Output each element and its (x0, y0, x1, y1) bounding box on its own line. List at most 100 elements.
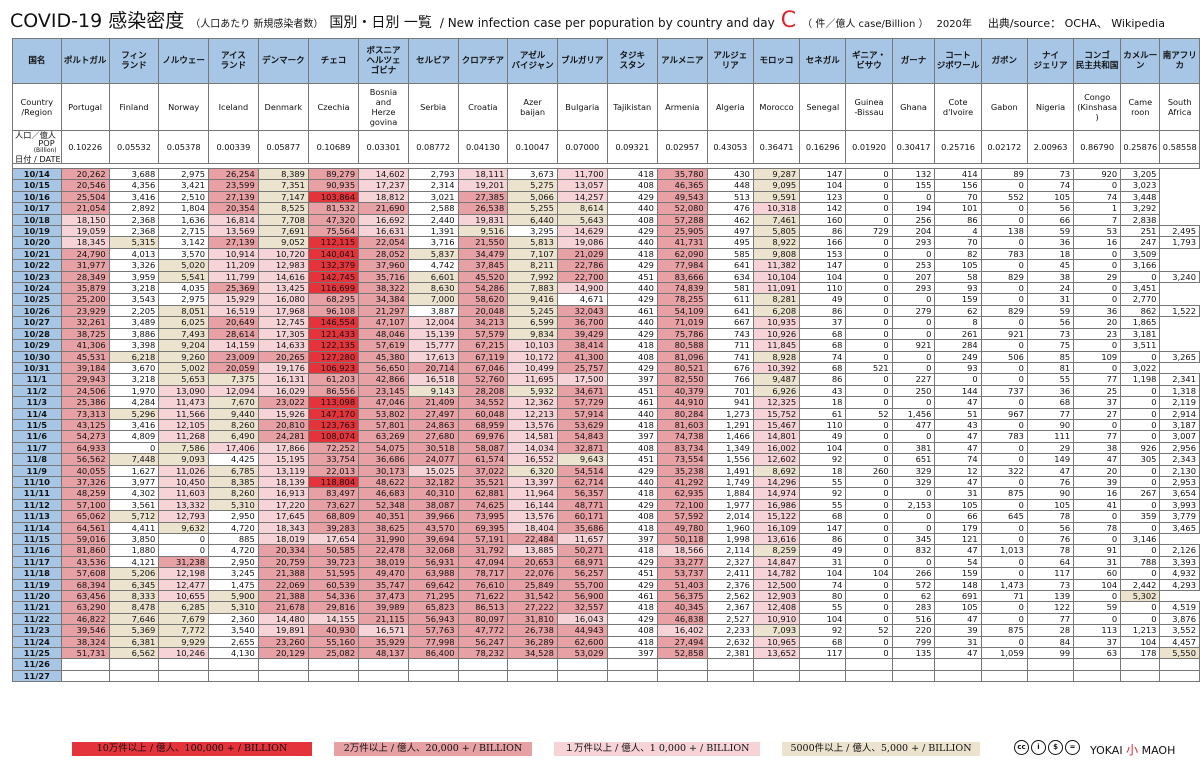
value-cell: 462 (706, 213, 754, 227)
value-cell (158, 669, 210, 683)
value-cell: 8,260 (208, 487, 259, 500)
value-cell: 70 (934, 190, 982, 204)
value-cell: 18 (799, 464, 847, 477)
value-cell: 24,506 (60, 384, 110, 398)
value-cell: 3,673 (507, 167, 558, 181)
value-cell: 16 (1073, 487, 1122, 500)
value-cell: 47,320 (307, 213, 360, 227)
value-cell: 80,097 (457, 612, 509, 626)
value-cell: 0 (845, 441, 893, 455)
value-cell: 26,738 (507, 624, 558, 637)
date-cell: 10/25 (12, 293, 62, 306)
value-cell: 513 (706, 190, 754, 204)
value-cell: 11,799 (208, 270, 259, 284)
value-cell: 0 (845, 259, 893, 272)
value-cell: 57,579 (457, 327, 509, 341)
value-cell: 27,497 (407, 407, 459, 420)
value-cell: 6,601 (407, 270, 459, 284)
country-en-21: Congo (Kinshasa ) (1073, 83, 1122, 131)
value-cell: 159 (934, 293, 982, 306)
value-cell: 74 (934, 453, 982, 466)
date-cell: 11/24 (12, 635, 62, 649)
date-cell: 11/5 (12, 418, 62, 432)
value-cell: 4,035 (158, 282, 210, 295)
value-cell: 0 (845, 544, 893, 557)
country-jp-3: アイス ランド (208, 38, 259, 84)
value-cell: 43 (799, 384, 847, 398)
value-cell: 0 (980, 282, 1028, 295)
value-cell: 6,562 (108, 647, 160, 660)
value-cell: 2,442 (1120, 578, 1161, 592)
value-cell: 50,118 (656, 532, 708, 546)
value-cell: 0 (845, 647, 893, 660)
value-cell: 90,935 (307, 179, 360, 192)
value-cell: 418 (606, 247, 658, 261)
value-cell (656, 669, 708, 683)
value-cell: 36 (1026, 384, 1075, 398)
value-cell: 0 (934, 373, 982, 386)
value-cell: 27,139 (208, 236, 259, 249)
value-cell: 62,090 (656, 247, 708, 261)
value-cell: 0 (1120, 396, 1161, 409)
value-cell: 429 (606, 555, 658, 569)
country-en-23: South Africa (1159, 83, 1200, 131)
value-cell: 58 (934, 270, 982, 284)
value-cell: 2,793 (407, 167, 459, 181)
value-cell (606, 658, 658, 671)
value-cell: 2,367 (706, 601, 754, 614)
value-cell: 641 (706, 259, 754, 272)
value-cell: 3,688 (108, 167, 160, 181)
value-cell: 4,293 (1159, 578, 1200, 592)
value-cell: 47,046 (358, 396, 409, 409)
value-cell: 0 (845, 430, 893, 443)
value-cell: 35,521 (457, 475, 509, 489)
value-cell: 121 (934, 532, 982, 546)
value-cell: 12,745 (257, 316, 309, 329)
value-cell: 135 (891, 647, 936, 660)
value-cell: 3,265 (1159, 350, 1200, 363)
value-cell: 7,493 (158, 327, 210, 341)
value-cell: 9,260 (158, 350, 210, 363)
value-cell: 14,629 (556, 225, 608, 238)
value-cell: 1,318 (1159, 384, 1200, 398)
value-cell: 89,279 (307, 167, 360, 181)
value-cell: 6,381 (108, 635, 160, 649)
value-cell: 0 (891, 555, 936, 569)
value-cell: 16,814 (208, 213, 259, 227)
value-cell: 35,686 (556, 521, 608, 535)
value-cell: 0 (1073, 259, 1122, 272)
value-cell: 8,333 (108, 590, 160, 603)
value-cell: 68,809 (307, 510, 360, 523)
value-cell: 38 (1026, 270, 1075, 284)
value-cell: 110 (799, 418, 847, 432)
value-cell: 9,487 (752, 373, 801, 386)
value-cell: 1,556 (706, 453, 754, 466)
value-cell: 35,879 (60, 282, 110, 295)
value-cell: 58,087 (457, 441, 509, 455)
value-cell: 12,793 (158, 510, 210, 523)
value-cell: 26,254 (208, 167, 259, 181)
value-cell: 2,655 (208, 635, 259, 649)
value-cell: 22,478 (358, 544, 409, 557)
value-cell: 21,115 (358, 612, 409, 626)
value-cell: 142,745 (307, 270, 360, 284)
value-cell: 9,052 (257, 236, 309, 249)
value-cell: 2,314 (407, 179, 459, 192)
date-cell: 11/7 (12, 441, 62, 455)
value-cell: 0 (845, 498, 893, 512)
value-cell: 156 (934, 179, 982, 192)
value-cell: 13,569 (208, 225, 259, 238)
value-cell: 7,461 (752, 213, 801, 227)
value-cell: 103,864 (307, 190, 360, 204)
value-cell: 76,610 (457, 578, 509, 592)
country-pop-14: 0.36471 (752, 130, 801, 164)
value-cell: 3,561 (108, 498, 160, 512)
value-cell: 16,913 (257, 487, 309, 500)
value-cell: 9,808 (752, 247, 801, 261)
value-cell: 64 (1026, 555, 1075, 569)
value-cell: 16,519 (208, 304, 259, 318)
value-cell: 18,019 (257, 532, 309, 546)
value-cell: 50,585 (307, 544, 360, 557)
value-cell: 54,336 (307, 590, 360, 603)
value-cell: 0 (1120, 430, 1161, 443)
